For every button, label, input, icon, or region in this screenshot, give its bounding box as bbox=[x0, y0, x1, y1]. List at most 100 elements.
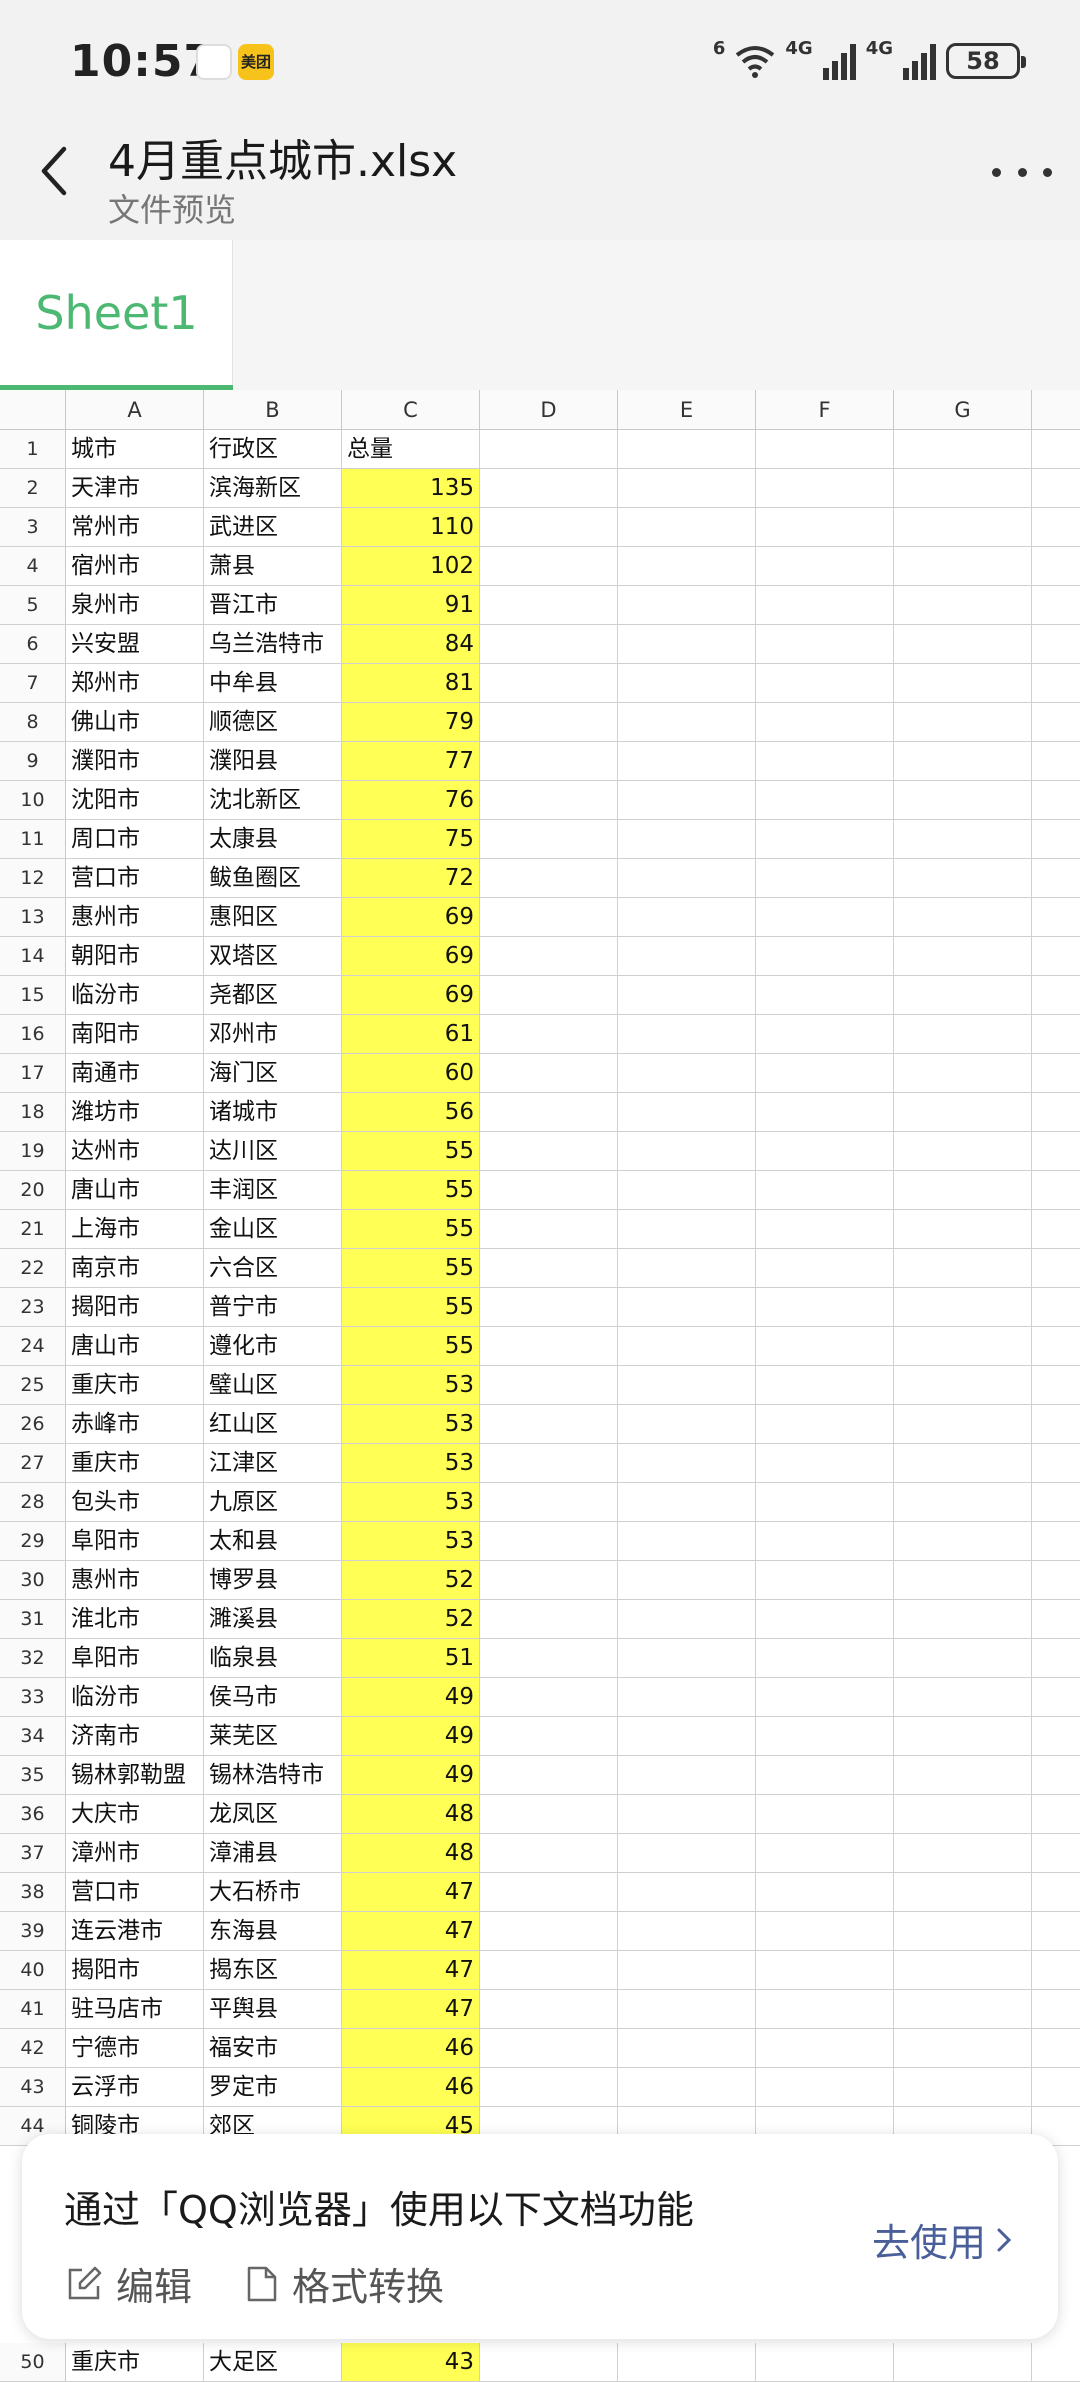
cell-e[interactable] bbox=[618, 742, 756, 781]
cell-d[interactable] bbox=[480, 937, 618, 976]
spreadsheet-grid[interactable]: A B C D E F G 1 城市 行政区 总量 2 天津市 滨海新区 135 3 常州… bbox=[0, 390, 1080, 2382]
cell-city[interactable]: 沈阳市 bbox=[66, 781, 204, 820]
column-header-b[interactable]: B bbox=[204, 390, 342, 430]
cell-f[interactable] bbox=[756, 1600, 894, 1639]
edit-button[interactable]: 编辑 bbox=[66, 2256, 192, 2311]
cell-total[interactable]: 110 bbox=[342, 508, 480, 547]
cell-district[interactable]: 福安市 bbox=[204, 2029, 342, 2068]
cell-e[interactable] bbox=[618, 1912, 756, 1951]
cell-e[interactable] bbox=[618, 1015, 756, 1054]
cell-g[interactable] bbox=[894, 1834, 1032, 1873]
cell-total[interactable]: 47 bbox=[342, 1873, 480, 1912]
cell-g[interactable] bbox=[894, 1756, 1032, 1795]
cell-e[interactable] bbox=[618, 1522, 756, 1561]
row-number[interactable]: 32 bbox=[0, 1639, 66, 1678]
cell-total[interactable]: 47 bbox=[342, 1990, 480, 2029]
row-number[interactable]: 7 bbox=[0, 664, 66, 703]
cell-d[interactable] bbox=[480, 1522, 618, 1561]
cell-h[interactable] bbox=[1032, 1015, 1080, 1054]
cell-d[interactable] bbox=[480, 2343, 618, 2382]
back-button[interactable] bbox=[30, 141, 80, 201]
more-options-button[interactable] bbox=[992, 147, 1052, 197]
cell-e[interactable] bbox=[618, 1639, 756, 1678]
row-number[interactable]: 16 bbox=[0, 1015, 66, 1054]
cell-g[interactable] bbox=[894, 1405, 1032, 1444]
cell-district[interactable]: 九原区 bbox=[204, 1483, 342, 1522]
column-header-h[interactable] bbox=[1032, 390, 1080, 430]
cell-g[interactable] bbox=[894, 742, 1032, 781]
cell-d[interactable] bbox=[480, 1717, 618, 1756]
cell-e[interactable] bbox=[618, 625, 756, 664]
cell-d[interactable] bbox=[480, 2029, 618, 2068]
cell-d[interactable] bbox=[480, 1366, 618, 1405]
cell-district[interactable]: 罗定市 bbox=[204, 2068, 342, 2107]
cell-total[interactable]: 53 bbox=[342, 1366, 480, 1405]
cell-f[interactable] bbox=[756, 547, 894, 586]
cell-d[interactable] bbox=[480, 1990, 618, 2029]
cell-h[interactable] bbox=[1032, 2029, 1080, 2068]
cell-f[interactable] bbox=[756, 625, 894, 664]
cell-h[interactable] bbox=[1032, 1756, 1080, 1795]
cell-g[interactable] bbox=[894, 508, 1032, 547]
cell-city[interactable]: 常州市 bbox=[66, 508, 204, 547]
row-number[interactable]: 15 bbox=[0, 976, 66, 1015]
cell-total[interactable]: 48 bbox=[342, 1795, 480, 1834]
cell-total[interactable]: 72 bbox=[342, 859, 480, 898]
column-header-c[interactable]: C bbox=[342, 390, 480, 430]
cell-city[interactable]: 锡林郭勒盟 bbox=[66, 1756, 204, 1795]
cell-e[interactable] bbox=[618, 586, 756, 625]
cell-h[interactable] bbox=[1032, 1795, 1080, 1834]
cell-city[interactable]: 潍坊市 bbox=[66, 1093, 204, 1132]
cell-total[interactable]: 56 bbox=[342, 1093, 480, 1132]
cell-total[interactable]: 46 bbox=[342, 2029, 480, 2068]
cell-e[interactable] bbox=[618, 2343, 756, 2382]
cell-e[interactable] bbox=[618, 976, 756, 1015]
cell-district[interactable]: 中牟县 bbox=[204, 664, 342, 703]
row-number[interactable]: 28 bbox=[0, 1483, 66, 1522]
row-number[interactable]: 11 bbox=[0, 820, 66, 859]
cell-d[interactable] bbox=[480, 1171, 618, 1210]
cell-e[interactable] bbox=[618, 1210, 756, 1249]
cell-b1[interactable]: 行政区 bbox=[204, 430, 342, 469]
cell-total[interactable]: 52 bbox=[342, 1561, 480, 1600]
cell-district[interactable]: 尧都区 bbox=[204, 976, 342, 1015]
cell-f[interactable] bbox=[756, 1756, 894, 1795]
cell-total[interactable]: 55 bbox=[342, 1171, 480, 1210]
cell-d[interactable] bbox=[480, 1834, 618, 1873]
cell-district[interactable]: 萧县 bbox=[204, 547, 342, 586]
cell-total[interactable]: 52 bbox=[342, 1600, 480, 1639]
cell-h[interactable] bbox=[1032, 1483, 1080, 1522]
row-number[interactable]: 17 bbox=[0, 1054, 66, 1093]
row-number[interactable]: 3 bbox=[0, 508, 66, 547]
row-number[interactable]: 20 bbox=[0, 1171, 66, 1210]
cell-f[interactable] bbox=[756, 1834, 894, 1873]
cell-h[interactable] bbox=[1032, 898, 1080, 937]
cell-f1[interactable] bbox=[756, 430, 894, 469]
cell-h[interactable] bbox=[1032, 820, 1080, 859]
cell-d[interactable] bbox=[480, 781, 618, 820]
cell-h[interactable] bbox=[1032, 2343, 1080, 2382]
cell-d[interactable] bbox=[480, 508, 618, 547]
cell-city[interactable]: 重庆市 bbox=[66, 2343, 204, 2382]
cell-d[interactable] bbox=[480, 1015, 618, 1054]
row-number[interactable]: 1 bbox=[0, 430, 66, 469]
cell-f[interactable] bbox=[756, 703, 894, 742]
cell-total[interactable]: 69 bbox=[342, 937, 480, 976]
cell-total[interactable]: 53 bbox=[342, 1444, 480, 1483]
cell-e[interactable] bbox=[618, 1327, 756, 1366]
cell-e[interactable] bbox=[618, 2029, 756, 2068]
cell-f[interactable] bbox=[756, 1171, 894, 1210]
format-convert-button[interactable]: 格式转换 bbox=[246, 2256, 444, 2311]
cell-f[interactable] bbox=[756, 1912, 894, 1951]
cell-district[interactable]: 普宁市 bbox=[204, 1288, 342, 1327]
cell-g[interactable] bbox=[894, 1912, 1032, 1951]
cell-city[interactable]: 临汾市 bbox=[66, 1678, 204, 1717]
cell-e[interactable] bbox=[618, 781, 756, 820]
cell-h[interactable] bbox=[1032, 1327, 1080, 1366]
cell-f[interactable] bbox=[756, 1366, 894, 1405]
cell-district[interactable]: 诸城市 bbox=[204, 1093, 342, 1132]
cell-h[interactable] bbox=[1032, 1093, 1080, 1132]
cell-h[interactable] bbox=[1032, 1834, 1080, 1873]
cell-district[interactable]: 龙凤区 bbox=[204, 1795, 342, 1834]
cell-city[interactable]: 惠州市 bbox=[66, 898, 204, 937]
